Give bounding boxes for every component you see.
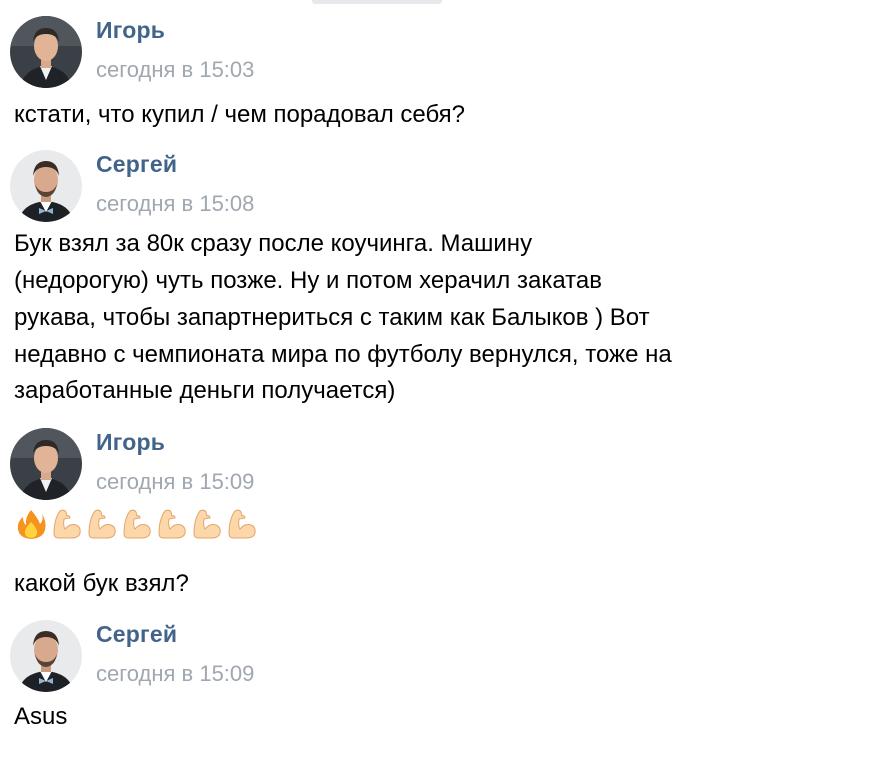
message-text: Бук взял за 80к сразу после коучинга. Ма… xyxy=(14,230,533,257)
message-text: (недорогую) чуть позже. Ну и потом херач… xyxy=(14,267,602,294)
flexed-biceps-icon xyxy=(51,508,82,540)
flexed-biceps-icon xyxy=(156,508,187,540)
scroll-indicator xyxy=(312,0,442,4)
avatar[interactable] xyxy=(10,620,82,692)
flexed-biceps-icon xyxy=(226,508,257,540)
message-text: заработанные деньги получается) xyxy=(14,377,396,404)
message-time[interactable]: сегодня в 15:09 xyxy=(96,469,254,495)
message-text: Asus xyxy=(14,703,68,730)
message-time[interactable]: сегодня в 15:03 xyxy=(96,57,254,83)
flexed-biceps-icon xyxy=(86,508,117,540)
flexed-biceps-icon xyxy=(191,508,222,540)
avatar[interactable] xyxy=(10,428,82,500)
message-text: какой бук взял? xyxy=(14,570,189,597)
emoji-row xyxy=(16,508,257,542)
author-name[interactable]: Игорь xyxy=(96,429,165,456)
message-time[interactable]: сегодня в 15:08 xyxy=(96,191,254,217)
author-name[interactable]: Игорь xyxy=(96,17,165,44)
author-name[interactable]: Сергей xyxy=(96,151,177,178)
message-text: рукава, чтобы запартнериться с таким как… xyxy=(14,304,650,331)
author-name[interactable]: Сергей xyxy=(96,621,177,648)
message-text: недавно с чемпионата мира по футболу вер… xyxy=(14,341,672,368)
message-text: кстати, что купил / чем порадовал себя? xyxy=(14,101,466,128)
message-time[interactable]: сегодня в 15:09 xyxy=(96,661,254,687)
fire-emoji-icon xyxy=(16,508,47,540)
flexed-biceps-icon xyxy=(121,508,152,540)
avatar[interactable] xyxy=(10,16,82,88)
avatar[interactable] xyxy=(10,150,82,222)
